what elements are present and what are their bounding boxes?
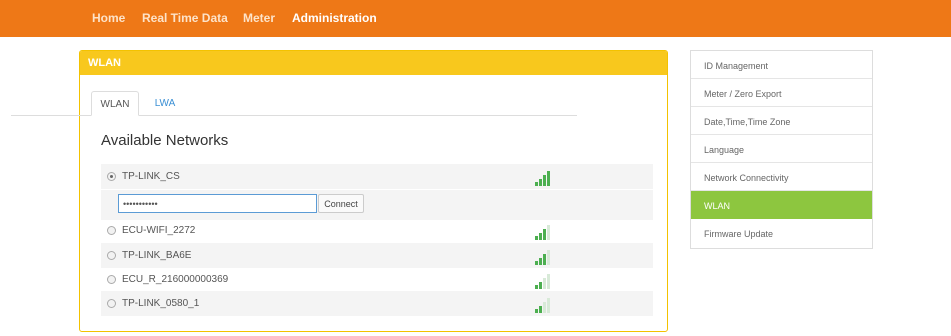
sidebar-item-network-connectivity[interactable]: Network Connectivity bbox=[691, 163, 872, 191]
nav-real-time-data[interactable]: Real Time Data bbox=[142, 11, 228, 25]
network-row[interactable]: ECU-WIFI_2272 bbox=[101, 218, 653, 243]
panel-title: WLAN bbox=[88, 57, 121, 69]
sidebar-item-wlan[interactable]: WLAN bbox=[691, 191, 872, 219]
network-ssid: ECU-WIFI_2272 bbox=[122, 225, 196, 236]
available-networks-heading: Available Networks bbox=[101, 132, 229, 149]
network-radio[interactable] bbox=[107, 275, 116, 284]
sidebar-item-firmware-update[interactable]: Firmware Update bbox=[691, 219, 872, 247]
network-ssid: TP-LINK_CS bbox=[122, 171, 180, 182]
wifi-signal-icon bbox=[535, 271, 555, 289]
network-radio[interactable] bbox=[107, 226, 116, 235]
nav-administration[interactable]: Administration bbox=[292, 11, 377, 25]
panel-header: WLAN bbox=[80, 51, 667, 75]
sidebar-item-language[interactable]: Language bbox=[691, 135, 872, 163]
nav-home[interactable]: Home bbox=[92, 11, 125, 25]
wifi-signal-icon bbox=[535, 295, 555, 313]
sidebar-item-date-time[interactable]: Date,Time,Time Zone bbox=[691, 107, 872, 135]
network-radio[interactable] bbox=[107, 299, 116, 308]
wifi-signal-icon bbox=[535, 247, 555, 265]
network-ssid: TP-LINK_0580_1 bbox=[122, 298, 200, 309]
network-row[interactable]: ECU_R_216000000369 bbox=[101, 267, 653, 292]
network-ssid: ECU_R_216000000369 bbox=[122, 274, 229, 285]
connect-button[interactable]: Connect bbox=[318, 194, 364, 213]
admin-sidebar: ID Management Meter / Zero Export Date,T… bbox=[690, 50, 873, 249]
tab-wlan[interactable]: WLAN bbox=[91, 91, 139, 116]
network-row[interactable]: TP-LINK_BA6E bbox=[101, 243, 653, 268]
wifi-signal-icon bbox=[535, 222, 555, 240]
sidebar-item-meter-zero-export[interactable]: Meter / Zero Export bbox=[691, 79, 872, 107]
network-row[interactable]: TP-LINK_CS bbox=[101, 164, 653, 189]
network-row[interactable]: TP-LINK_0580_1 bbox=[101, 291, 653, 316]
network-radio[interactable] bbox=[107, 172, 116, 181]
network-ssid: TP-LINK_BA6E bbox=[122, 250, 192, 261]
nav-meter[interactable]: Meter bbox=[243, 11, 275, 25]
tab-lwa[interactable]: LWA bbox=[147, 91, 183, 116]
top-navbar: Home Real Time Data Meter Administration bbox=[0, 0, 951, 37]
network-radio[interactable] bbox=[107, 251, 116, 260]
sidebar-item-id-management[interactable]: ID Management bbox=[691, 51, 872, 79]
wifi-signal-icon bbox=[535, 168, 555, 186]
wifi-password-input[interactable] bbox=[118, 194, 317, 213]
